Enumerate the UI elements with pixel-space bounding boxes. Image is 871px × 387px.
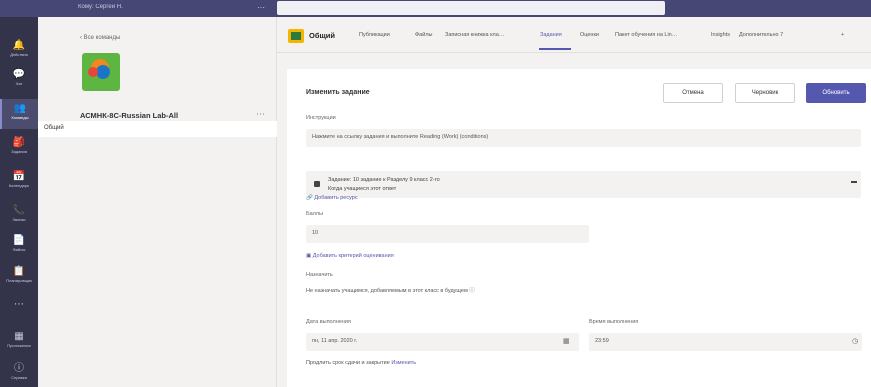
bell-icon: 🔔 <box>12 40 26 51</box>
edit-assignment-card: Изменить задание Отмена Черновик Обновит… <box>287 69 871 387</box>
rail-item-label: Справка <box>11 375 27 380</box>
assignments-icon: 🎒 <box>12 137 26 148</box>
top-bar-more-icon[interactable]: ⋯ <box>257 3 265 12</box>
planner-icon: 📋 <box>12 266 26 277</box>
team-pane: ‹ Все команды АСМНК-8С-Russian Lab-All ⋯ <box>38 17 277 387</box>
schedule-edit-link[interactable]: Изменить <box>391 360 416 366</box>
team-avatar <box>82 53 120 91</box>
update-button[interactable]: Обновить <box>806 83 866 103</box>
rail-item-assignments[interactable]: 🎒 Задания <box>0 133 38 163</box>
tab-7[interactable]: Дополнительно 7 <box>739 32 783 38</box>
calendar-icon[interactable]: ▦ <box>563 337 570 345</box>
instructions-input[interactable]: Нажмите на ссылку задания и выполните Re… <box>306 129 861 147</box>
rail-item-label: Календарь <box>8 183 30 188</box>
form-title: Изменить задание <box>306 89 370 96</box>
rail-item-help[interactable]: ⓘ Справка <box>0 359 38 387</box>
apps-icon: ▦ <box>14 331 24 342</box>
team-name: АСМНК-8С-Russian Lab-All <box>80 111 179 120</box>
points-input[interactable]: 10 <box>306 225 589 243</box>
resource-file-icon <box>314 181 320 187</box>
cancel-button[interactable]: Отмена <box>663 83 723 103</box>
rail-item-apps[interactable]: ▦ Приложения <box>0 327 38 357</box>
schedule-hint-text: Продлить срок сдачи и закрытие <box>306 360 390 366</box>
channel-title: Общий <box>309 31 336 40</box>
resource-line2: Когда учащиеся этот ответ <box>328 186 397 192</box>
rail-item-label: Планировщик <box>6 278 32 283</box>
rail-item-bell[interactable]: 🔔 Действия <box>0 36 38 66</box>
team-more-icon[interactable]: ⋯ <box>256 109 265 120</box>
tab-5[interactable]: Пакет обучения на Lin… <box>615 32 677 38</box>
tab-3[interactable]: Задания <box>540 32 562 38</box>
search-input[interactable] <box>277 1 665 15</box>
rail-item-label: Файлы <box>12 247 26 252</box>
rail-item-planner[interactable]: 📋 Планировщик <box>0 262 38 292</box>
teams-icon: 👥 <box>13 103 27 114</box>
tab-6[interactable]: Insights <box>711 32 730 38</box>
rail-item-teams[interactable]: 👥 Команды <box>0 99 38 129</box>
rail-item-label: Чат <box>15 81 23 86</box>
add-rubric-link[interactable]: ▣ Добавить критерий оценивания <box>306 253 394 259</box>
tab-bar: Общий Публикации Файлы Записная книжка кла… <box>277 17 871 53</box>
assign-value[interactable]: Не назначать учащимся, добавляемым в это… <box>306 286 475 294</box>
schedule-hint: Продлить срок сдачи и закрытие Изменить <box>306 360 416 366</box>
rail-item-calls[interactable]: 📞 Звонки <box>0 201 38 231</box>
tab-4[interactable]: Оценки <box>580 32 599 38</box>
app-rail: 🔔 Действия 💬 Чат 👥 Команды 🎒 Задания 📅 Календарь 📞… <box>0 17 38 387</box>
rail-item-label: Звонки <box>12 217 26 222</box>
more-apps-icon: ⋯ <box>14 299 24 310</box>
help-icon: ⓘ <box>14 363 24 374</box>
top-bar-left-text: Кому: Сергей Н. <box>78 4 123 10</box>
rail-item-label: Действия <box>10 52 28 57</box>
channel-icon <box>288 29 304 43</box>
rail-item-calendar[interactable]: 📅 Календарь <box>0 167 38 197</box>
points-label: Баллы <box>306 211 324 217</box>
resource-item[interactable]: Задание: 10 задание к Разделу 9 класс 2-… <box>306 171 861 198</box>
files-icon: 📄 <box>12 235 26 246</box>
top-bar: Кому: Сергей Н. ⋯ <box>0 0 871 17</box>
channel-item-general[interactable]: Общий <box>38 121 277 137</box>
all-teams-link[interactable]: ‹ Все команды <box>80 35 120 41</box>
tab-0[interactable]: Публикации <box>359 32 390 38</box>
instructions-label: Инструкции <box>306 115 336 121</box>
active-tab-indicator <box>539 48 571 50</box>
tab-8[interactable]: + <box>841 32 844 38</box>
rail-item-files[interactable]: 📄 Файлы <box>0 231 38 261</box>
resource-line1: Задание: 10 задание к Разделу 9 класс 2-… <box>328 177 440 183</box>
calls-icon: 📞 <box>12 205 26 216</box>
due-date-label: Дата выполнения <box>306 319 351 325</box>
resource-remove-icon[interactable] <box>851 181 857 183</box>
rail-item-chat[interactable]: 💬 Чат <box>0 65 38 95</box>
due-time-input[interactable]: 23:59 <box>589 333 862 351</box>
chat-icon: 💬 <box>12 69 26 80</box>
clock-icon[interactable]: ◷ <box>852 337 858 345</box>
due-date-input[interactable]: пн, 11 апр. 2020 г. <box>306 333 579 351</box>
rail-item-more-apps[interactable]: ⋯ <box>0 295 38 325</box>
rail-item-label: Приложения <box>7 343 31 348</box>
due-time-label: Время выполнения <box>589 319 639 325</box>
save-draft-button[interactable]: Черновик <box>735 83 795 103</box>
add-resource-link[interactable]: 🔗 Добавить ресурс <box>306 195 358 201</box>
tab-1[interactable]: Файлы <box>415 32 432 38</box>
tab-2[interactable]: Записная книжка кла… <box>445 32 504 38</box>
calendar-icon: 📅 <box>12 171 26 182</box>
assign-label: Назначить <box>306 272 333 278</box>
rail-item-label: Задания <box>11 149 27 154</box>
main-area: Общий Публикации Файлы Записная книжка кла… <box>277 17 871 387</box>
rail-item-label: Команды <box>11 115 29 120</box>
